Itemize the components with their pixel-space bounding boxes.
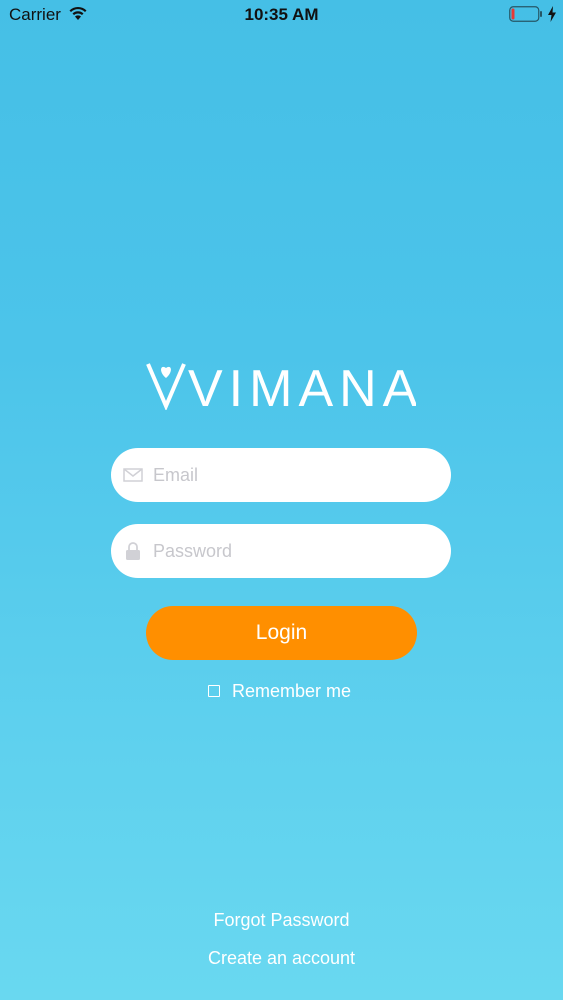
email-input[interactable] (153, 448, 433, 502)
forgot-password-link[interactable]: Forgot Password (0, 910, 563, 931)
remember-me-label: Remember me (232, 680, 352, 701)
email-field[interactable] (111, 448, 451, 502)
envelope-icon (123, 465, 143, 485)
create-account-link[interactable]: Create an account (0, 948, 563, 969)
lock-icon (123, 541, 143, 561)
charging-bolt-icon (547, 5, 557, 23)
login-button[interactable]: Login (146, 606, 417, 660)
remember-me-checkbox[interactable] (208, 685, 220, 697)
status-time: 10:35 AM (244, 5, 319, 24)
logo-text: VIMANA (188, 362, 416, 410)
password-input[interactable] (153, 524, 433, 578)
remember-me-toggle[interactable]: Remember me (208, 680, 351, 702)
battery-low-icon (509, 6, 543, 22)
vimana-logo: VIMANA (146, 362, 416, 410)
password-field[interactable] (111, 524, 451, 578)
status-bar: Carrier 10:35 AM (0, 0, 563, 30)
